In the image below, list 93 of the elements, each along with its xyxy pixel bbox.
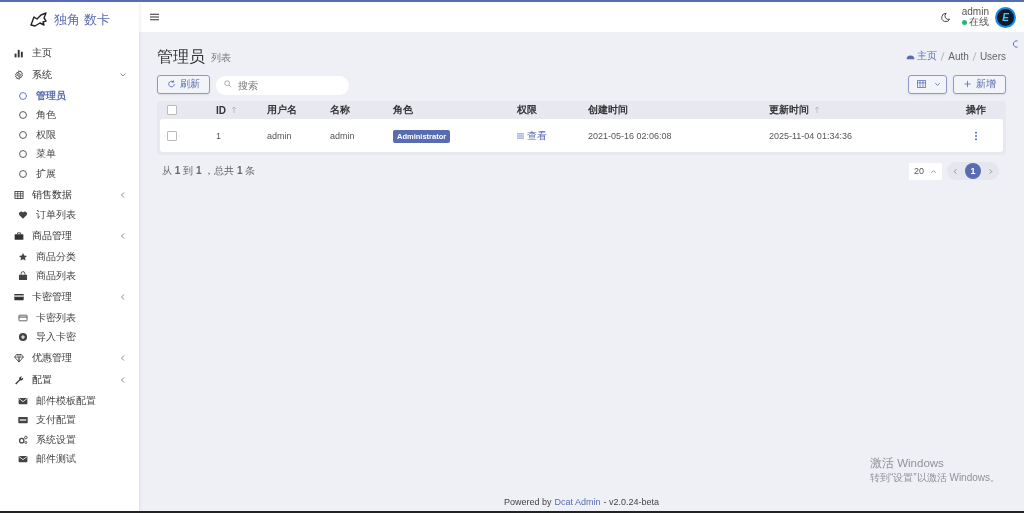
nav-subitem[interactable]: 卡密列表 xyxy=(0,308,139,328)
circle-icon xyxy=(18,90,28,101)
credit-card-icon xyxy=(14,292,24,302)
activation-title: 激活 Windows xyxy=(870,456,945,471)
view-permissions-link[interactable]: 查看 xyxy=(517,128,547,143)
nav-item[interactable]: 销售数据 xyxy=(0,183,139,206)
page-title: 管理员 xyxy=(157,47,205,67)
gears-icon xyxy=(18,434,28,445)
user-name: admin xyxy=(961,7,989,17)
heart-icon xyxy=(18,210,28,221)
refresh-button[interactable]: 刷新 xyxy=(157,74,210,94)
plus-circle-icon xyxy=(18,332,28,343)
nav-subitem[interactable]: 邮件模板配置 xyxy=(0,391,139,411)
briefcase-icon xyxy=(14,231,24,241)
caret-icon xyxy=(934,80,941,88)
nav-subitem[interactable]: 权限 xyxy=(0,125,139,145)
user-status: 在线 xyxy=(968,17,989,27)
nav-subitem[interactable]: 商品列表 xyxy=(0,266,139,286)
envelope-icon xyxy=(18,454,28,465)
record-summary: 从 1 到 1 ，总共 1 条 xyxy=(162,164,256,178)
next-page-icon[interactable] xyxy=(987,167,994,175)
nav-item[interactable]: 系统 xyxy=(0,64,139,86)
circle-icon xyxy=(18,129,28,140)
nav-item[interactable]: 商品管理 xyxy=(0,225,139,247)
page-button[interactable]: 1 xyxy=(965,163,981,179)
table-cell-text: 2021-05-16 02:06:08 xyxy=(588,130,673,141)
circle-icon xyxy=(18,149,28,160)
row-checkbox[interactable] xyxy=(167,130,177,141)
nav-subitem[interactable]: 商品分类 xyxy=(0,247,139,267)
nav-subitem[interactable]: 订单列表 xyxy=(0,205,139,225)
circle-icon xyxy=(18,110,28,121)
brand-name: 独角 数卡 xyxy=(54,11,110,29)
menu-icon[interactable] xyxy=(150,13,159,21)
more-actions-icon[interactable] xyxy=(973,130,978,141)
footer-text: Powered by xyxy=(503,497,552,507)
column-header[interactable]: ID xyxy=(216,104,226,116)
per-page-select[interactable]: 20 xyxy=(909,162,942,180)
column-header: 用户名 xyxy=(267,103,297,117)
nav-item[interactable]: 配置 xyxy=(0,369,139,391)
nav-subitem[interactable]: 菜单 xyxy=(0,144,139,164)
credit-card-icon xyxy=(18,312,28,323)
table-cell-text: admin xyxy=(330,130,356,141)
columns-dropdown-button[interactable] xyxy=(908,74,947,94)
sort-arrow-icon[interactable] xyxy=(231,106,237,114)
page-subtitle: 列表 xyxy=(211,51,231,65)
table-cell-text: 2025-11-04 01:34:36 xyxy=(769,130,853,141)
column-header: 角色 xyxy=(393,103,413,117)
column-header: 权限 xyxy=(517,103,537,117)
moon-icon[interactable] xyxy=(939,11,951,23)
table-cell-text: 1 xyxy=(216,130,222,141)
table-icon xyxy=(14,189,24,200)
sort-arrow-icon[interactable] xyxy=(814,106,820,114)
nav-subitem[interactable]: 导入卡密 xyxy=(0,327,139,347)
nav-item[interactable]: 优惠管理 xyxy=(0,347,139,369)
nav-item[interactable]: 主页 xyxy=(0,42,139,64)
nav-subitem[interactable]: 扩展 xyxy=(0,164,139,184)
table-cell-text: admin xyxy=(267,130,293,141)
select-all-checkbox[interactable] xyxy=(167,105,177,115)
bar-chart-icon xyxy=(14,48,24,58)
caret-icon xyxy=(930,167,937,175)
table-icon xyxy=(917,80,926,88)
create-button[interactable]: 新增 xyxy=(953,74,1006,94)
column-header: 创建时间 xyxy=(588,103,628,117)
version-text: - v2.0.24-beta xyxy=(603,497,660,507)
nav-subitem[interactable]: 管理员 xyxy=(0,86,139,106)
refresh-icon xyxy=(167,80,176,88)
breadcrumb-link[interactable]: Users xyxy=(979,50,1006,62)
loading-spinner-icon xyxy=(1012,40,1020,48)
activation-text: 转到“设置”以激活 Windows。 xyxy=(870,471,1000,485)
previous-page-icon[interactable] xyxy=(952,167,959,175)
circle-icon xyxy=(18,168,28,179)
user-avatar[interactable]: E xyxy=(995,6,1016,28)
shopping-bag-icon xyxy=(18,271,28,282)
breadcrumb-link[interactable]: 主页 xyxy=(917,49,938,63)
column-header[interactable]: 更新时间 xyxy=(769,103,809,117)
nav-subitem[interactable]: 角色 xyxy=(0,105,139,125)
footer-link[interactable]: Dcat Admin xyxy=(554,497,601,507)
column-header: 名称 xyxy=(330,103,350,117)
nav-item[interactable]: 卡密管理 xyxy=(0,286,139,308)
search-icon xyxy=(224,80,232,88)
nav-subitem[interactable]: 系统设置 xyxy=(0,430,139,450)
wrench-icon xyxy=(14,375,24,385)
payment-card-icon xyxy=(18,415,28,426)
search-field[interactable]: 搜索 xyxy=(216,75,349,95)
list-icon xyxy=(517,132,524,139)
nav-subitem[interactable]: 邮件测试 xyxy=(0,449,139,469)
breadcrumb-link[interactable]: Auth xyxy=(948,50,969,62)
envelope-icon xyxy=(18,395,28,406)
star-icon xyxy=(18,251,28,262)
column-header: 操作 xyxy=(965,103,986,117)
nav-subitem[interactable]: 支付配置 xyxy=(0,410,139,430)
plus-icon xyxy=(963,80,972,88)
diamond-icon xyxy=(14,353,24,363)
